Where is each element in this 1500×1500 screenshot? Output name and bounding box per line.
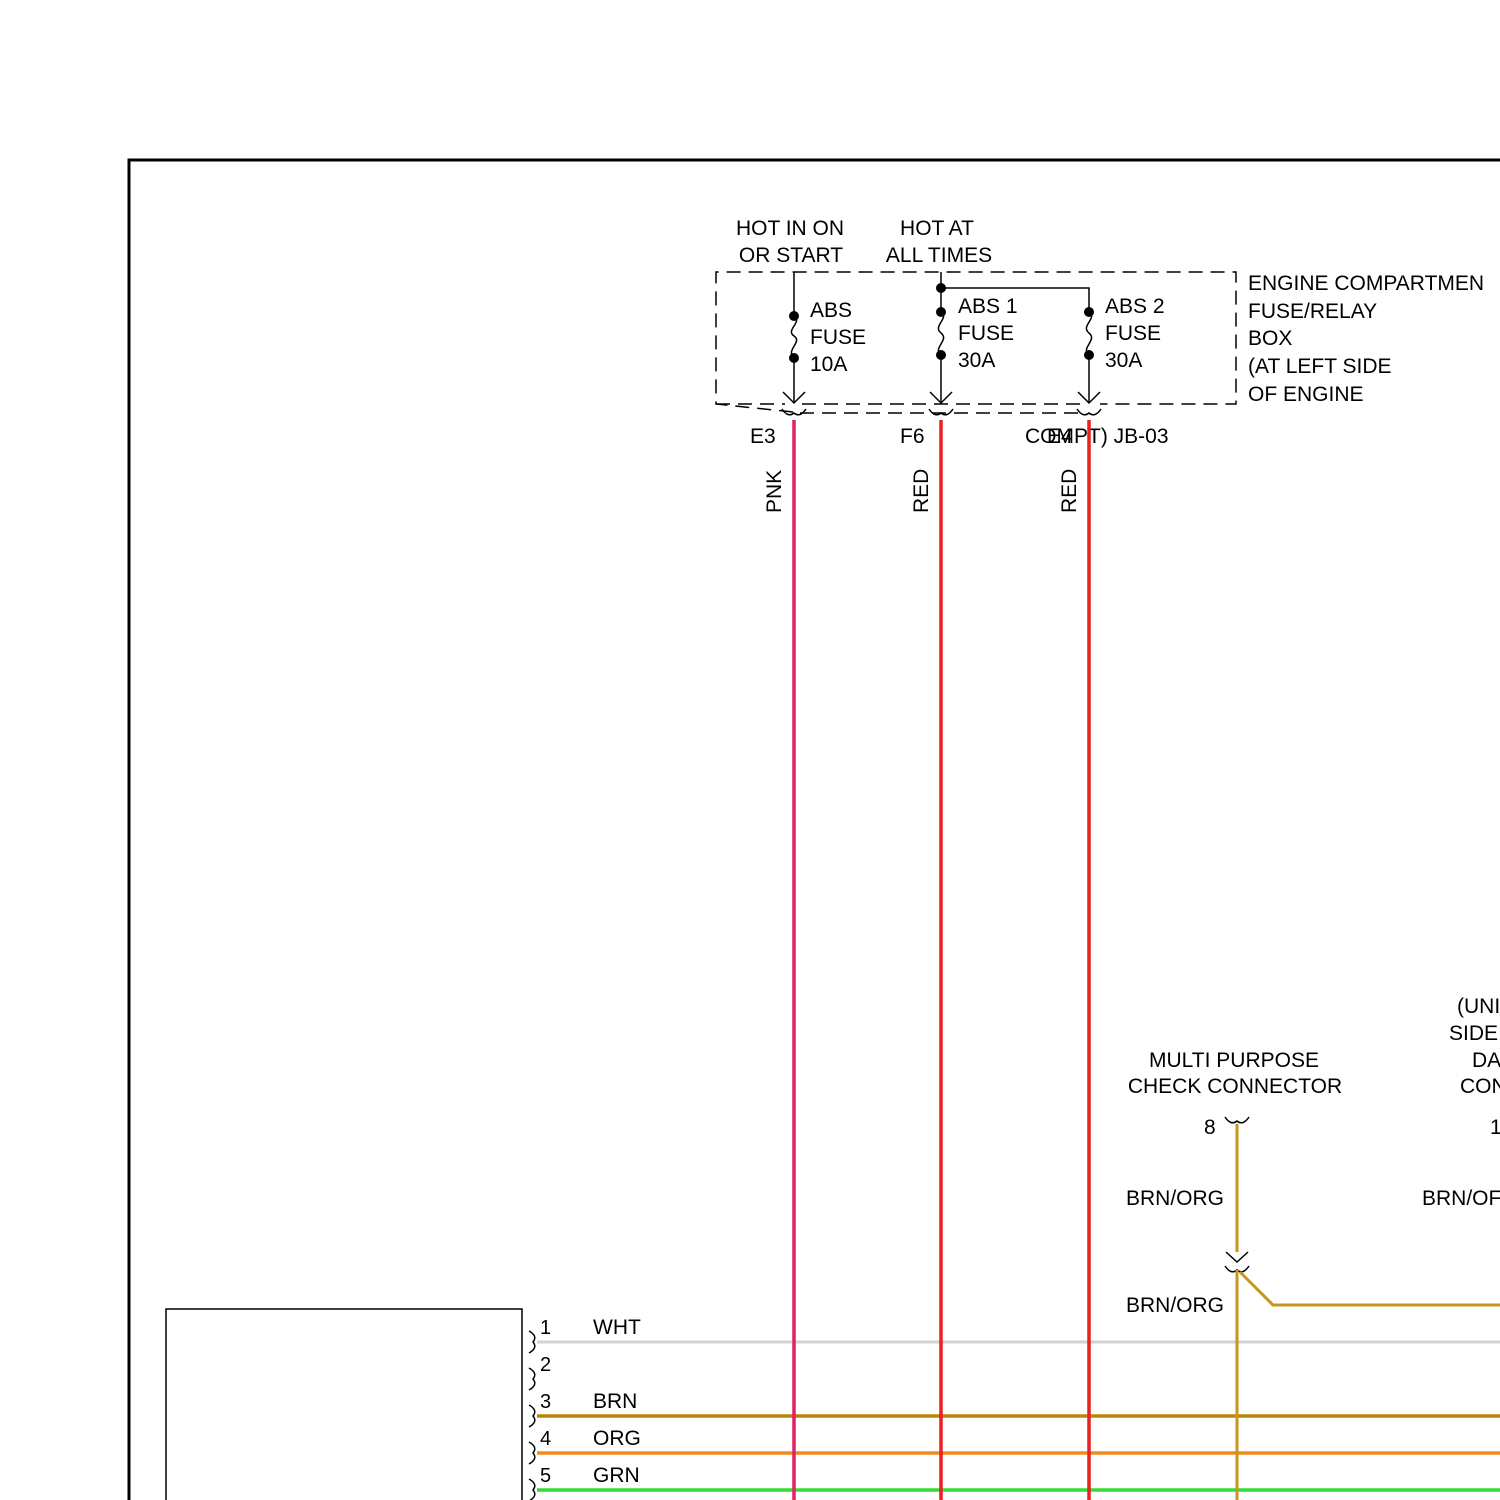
abs-2-fuse-rating: 30A [1105, 349, 1142, 372]
wire-pnk-label: PNK [763, 470, 786, 513]
hot-in-on-label-2: OR START [739, 244, 843, 267]
fuse-box-label-2: FUSE/RELAY [1248, 300, 1377, 323]
module-pin-2: 2 [540, 1354, 551, 1376]
wire-red-2-label: RED [1058, 469, 1081, 513]
hot-in-on-label-1: HOT IN ON [736, 217, 844, 240]
module-pin-4: 4 [540, 1428, 551, 1450]
abs-2-fuse-30a [1076, 307, 1102, 416]
data-connector-wire-label: BRN/OF [1422, 1187, 1500, 1210]
abs-1-fuse-type: FUSE [958, 322, 1014, 345]
module-pin-3: 3 [540, 1391, 551, 1413]
data-connector-pin: 1 [1490, 1116, 1500, 1139]
abs-fuse-type: FUSE [810, 326, 866, 349]
check-wire-lower-label: BRN/ORG [1126, 1294, 1224, 1317]
pin-e4-label: E4 [1047, 425, 1073, 448]
data-connector-label-1: (UNI [1457, 995, 1500, 1018]
wiring-diagram: HOT IN ON OR START HOT AT ALL TIMES ENGI… [127, 158, 1500, 1500]
abs-fuse-name: ABS [810, 299, 852, 322]
abs-1-fuse-30a [928, 307, 954, 416]
data-connector-label-3: DA [1472, 1049, 1500, 1072]
module-wire-3-label: BRN [593, 1390, 637, 1413]
wire-red-1-label: RED [910, 469, 933, 513]
pin-f6-label: F6 [900, 425, 925, 448]
abs-module-box [165, 1308, 523, 1500]
module-wire-1-label: WHT [593, 1316, 641, 1339]
fuse-box-label-5: OF ENGINE [1248, 383, 1364, 406]
fuse-box-label-1: ENGINE COMPARTMEN [1248, 272, 1484, 295]
module-wire-4-label: ORG [593, 1427, 641, 1450]
abs-fuse-10a [781, 272, 807, 416]
abs-1-fuse-rating: 30A [958, 349, 995, 372]
wire-brn-org-branch [1238, 1270, 1500, 1307]
check-connector-pin: 8 [1204, 1116, 1216, 1139]
check-connector-label-1: MULTI PURPOSE [1149, 1049, 1319, 1072]
abs-1-fuse-name: ABS 1 [958, 295, 1018, 318]
fuse-box-label-4: (AT LEFT SIDE [1248, 355, 1392, 378]
module-wire-5-label: GRN [593, 1464, 640, 1487]
data-connector-label-4: CON [1460, 1075, 1500, 1098]
module-pin-5: 5 [540, 1465, 551, 1487]
check-wire-upper-label: BRN/ORG [1126, 1187, 1224, 1210]
hot-at-all-times-label-2: ALL TIMES [886, 244, 992, 267]
fuse-box-label-3: BOX [1248, 327, 1292, 350]
module-pin-1: 1 [540, 1317, 551, 1339]
check-connector-label-2: CHECK CONNECTOR [1128, 1075, 1342, 1098]
hot-at-all-times-label-1: HOT AT [900, 217, 974, 240]
splice-connector [1224, 1251, 1250, 1273]
check-connector-terminal [1224, 1116, 1250, 1124]
module-pin-terminals [528, 1330, 536, 1500]
abs-2-fuse-type: FUSE [1105, 322, 1161, 345]
pin-e3-label: E3 [750, 425, 776, 448]
data-connector-label-2: SIDE [1449, 1022, 1498, 1045]
abs-2-fuse-name: ABS 2 [1105, 295, 1165, 318]
abs-fuse-rating: 10A [810, 353, 847, 376]
